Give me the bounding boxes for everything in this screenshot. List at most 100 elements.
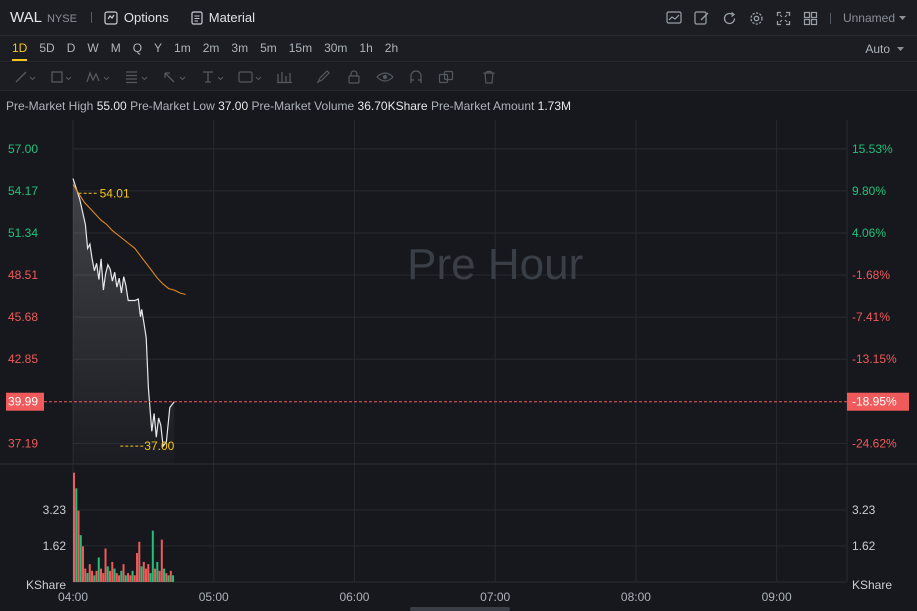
refresh-icon[interactable] — [722, 11, 737, 26]
volume-bar — [97, 557, 100, 582]
volume-bar — [73, 472, 75, 582]
annotation-tool-icon[interactable] — [238, 70, 262, 84]
volume-bar — [118, 575, 121, 582]
x-axis-label: 06:00 — [339, 590, 369, 604]
x-axis-label: 09:00 — [762, 590, 792, 604]
price-chart[interactable]: 57.00 15.53% 54.17 9.80% 51.34 4.06% 48.51 -1.6… — [0, 120, 917, 611]
arrow-tool-icon[interactable] — [162, 70, 186, 84]
volume-bar — [111, 561, 114, 582]
material-button[interactable]: Material — [191, 10, 255, 25]
y-axis-label-left: 54.17 — [8, 184, 38, 198]
volume-bar — [147, 564, 150, 582]
volume-bar — [79, 535, 82, 582]
volume-bar — [151, 530, 154, 582]
options-button[interactable]: Options — [104, 10, 169, 25]
fullscreen-icon[interactable] — [776, 11, 791, 26]
indicator-chart-icon[interactable] — [666, 11, 682, 25]
visibility-eye-icon[interactable] — [376, 70, 394, 84]
y-axis-label-left: 42.85 — [8, 352, 38, 366]
period-tab-3m[interactable]: 3m — [231, 36, 248, 62]
volume-bar — [95, 570, 98, 582]
period-tab-2m[interactable]: 2m — [203, 36, 220, 62]
volume-bar — [86, 573, 89, 582]
measure-tool-icon[interactable] — [276, 70, 294, 84]
options-chain-icon — [104, 10, 118, 25]
delete-trash-icon[interactable] — [482, 70, 496, 84]
volume-bar — [100, 568, 103, 582]
period-tab-m[interactable]: M — [111, 36, 121, 62]
low-value: 37.00 — [218, 99, 249, 113]
trend-line-tool-icon[interactable] — [14, 70, 36, 84]
fibonacci-tool-icon[interactable] — [124, 70, 148, 84]
volume-bar — [163, 568, 166, 582]
volume-bar — [131, 570, 134, 582]
scale-mode-selector[interactable]: Auto — [865, 36, 905, 62]
period-tab-5m[interactable]: 5m — [260, 36, 277, 62]
x-axis-label: 07:00 — [480, 590, 510, 604]
caret-down-icon — [899, 16, 906, 20]
volume-bar — [84, 568, 87, 582]
x-axis-label: 04:00 — [58, 590, 88, 604]
volume-bar — [149, 573, 152, 582]
x-axis-label: 05:00 — [199, 590, 229, 604]
lock-icon[interactable] — [346, 69, 362, 84]
volume-label: Pre-Market Volume — [251, 99, 355, 113]
volume-unit-right: KShare — [852, 578, 892, 592]
volume-bar — [77, 510, 80, 582]
volume-bar — [129, 575, 132, 582]
volume-bar — [145, 568, 148, 582]
pen-tool-icon[interactable] — [316, 69, 332, 84]
period-tab-q[interactable]: Q — [133, 36, 142, 62]
low-label: Pre-Market Low — [130, 99, 215, 113]
volume-bar — [124, 575, 127, 582]
edit-icon[interactable] — [694, 11, 710, 25]
exchange-label: NYSE — [46, 12, 77, 25]
divider — [829, 12, 831, 24]
y-axis-label-right: 4.06% — [852, 226, 886, 240]
volume-bar — [75, 488, 78, 582]
period-tab-5d[interactable]: 5D — [39, 36, 54, 62]
drawing-toolbar — [0, 63, 917, 91]
amount-label: Pre-Market Amount — [430, 99, 535, 113]
period-tab-d[interactable]: D — [67, 36, 76, 62]
volume-bar — [160, 539, 163, 582]
pre-market-stats: Pre-Market High 55.00 Pre-Market Low 37.… — [6, 99, 571, 113]
y-axis-label-right: -1.68% — [852, 268, 890, 282]
layout-selector[interactable]: Unnamed — [843, 11, 907, 25]
scale-mode-label: Auto — [865, 42, 890, 56]
symbol-ticker[interactable]: WAL — [10, 9, 42, 26]
volume-bar — [82, 546, 85, 582]
y-axis-label-left: 48.51 — [8, 268, 38, 282]
period-tab-w[interactable]: W — [87, 36, 98, 62]
y-axis-label-left: 57.00 — [8, 142, 38, 156]
period-tab-2h[interactable]: 2h — [385, 36, 398, 62]
text-tool-icon[interactable] — [200, 70, 224, 84]
watermark-text: Pre Hour — [407, 240, 583, 289]
rectangle-tool-icon[interactable] — [50, 70, 72, 84]
wave-pattern-tool-icon[interactable] — [86, 70, 110, 84]
top-right-tools: Unnamed — [654, 0, 907, 36]
period-tab-1d[interactable]: 1D — [12, 36, 28, 62]
layout-grid-icon[interactable] — [803, 11, 818, 26]
magnet-icon[interactable] — [408, 69, 424, 84]
period-tab-1m[interactable]: 1m — [174, 36, 191, 62]
low-marker-label: 37.00 — [144, 439, 174, 453]
copy-icon[interactable] — [438, 70, 456, 84]
period-tab-15m[interactable]: 15m — [289, 36, 312, 62]
period-tab-30m[interactable]: 30m — [324, 36, 347, 62]
y-axis-label-right: 9.80% — [852, 184, 886, 198]
volume-bar — [120, 570, 123, 582]
volume-bar — [167, 575, 170, 582]
chart-area[interactable]: 57.00 15.53% 54.17 9.80% 51.34 4.06% 48.51 -1.6… — [0, 120, 917, 611]
volume-bar — [102, 573, 105, 582]
period-tab-1h[interactable]: 1h — [359, 36, 372, 62]
volume-bar — [106, 566, 109, 582]
current-change-label: -18.95% — [852, 395, 897, 409]
document-icon — [191, 10, 203, 25]
volume-bar — [91, 570, 94, 582]
period-tab-y[interactable]: Y — [154, 36, 162, 62]
volume-bar — [109, 570, 112, 582]
volume-bar — [165, 573, 168, 582]
settings-gear-icon[interactable] — [749, 11, 764, 26]
volume-bar — [140, 566, 143, 582]
